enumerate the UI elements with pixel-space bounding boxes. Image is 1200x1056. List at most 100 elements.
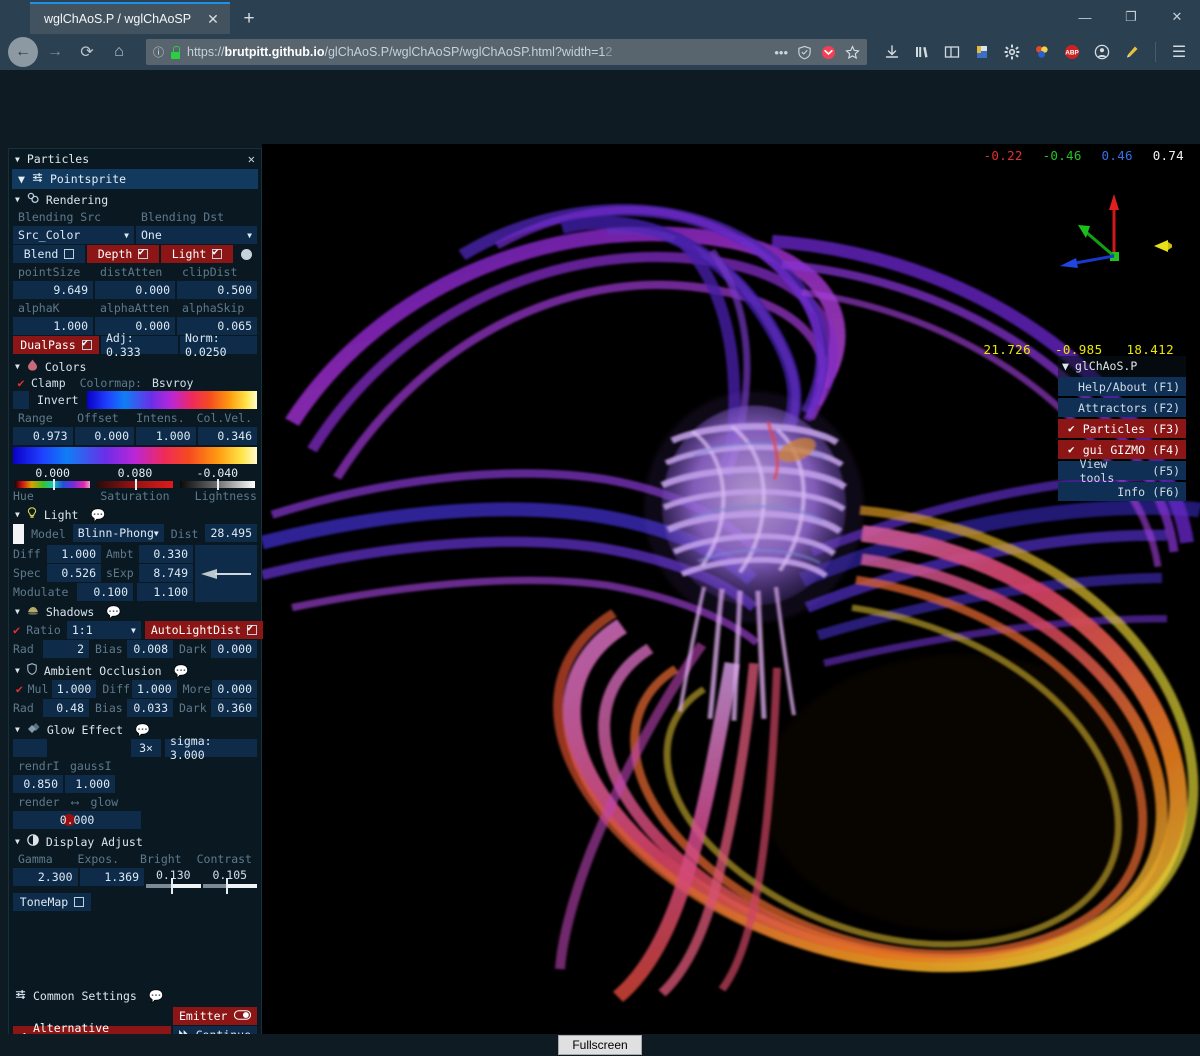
account-icon[interactable]: [1089, 39, 1115, 65]
browser-tab[interactable]: wglChAoS.P / wglChAoSP ✕: [30, 2, 230, 34]
light-dist-input[interactable]: 28.495: [205, 524, 257, 542]
tooltip-icon[interactable]: 💬: [174, 664, 189, 678]
page-actions-icon[interactable]: •••: [774, 45, 788, 60]
gamma-input[interactable]: 2.300: [13, 868, 78, 886]
distatten-input[interactable]: 0.000: [95, 281, 175, 299]
menu-item-view-tools[interactable]: ✔View tools(F5): [1058, 457, 1186, 485]
pocket-icon[interactable]: [821, 45, 836, 60]
reload-button[interactable]: ⟳: [72, 37, 102, 67]
home-button[interactable]: ⌂: [104, 37, 134, 67]
shield-icon[interactable]: [797, 45, 812, 60]
modulate-input-2[interactable]: 1.100: [137, 583, 193, 601]
blend-checkbox[interactable]: [64, 249, 75, 259]
menu-item-particles[interactable]: ✔ Particles (F3): [1058, 419, 1186, 438]
common-settings-header[interactable]: Common Settings 💬: [9, 985, 261, 1007]
hue-slider[interactable]: [15, 479, 91, 490]
maximize-button[interactable]: ❐: [1108, 0, 1154, 34]
new-tab-button[interactable]: +: [234, 4, 264, 34]
display-section-header[interactable]: ▼ Display Adjust: [9, 832, 261, 851]
tonemap-toggle[interactable]: ToneMap: [13, 893, 91, 911]
depth-toggle[interactable]: Depth: [87, 245, 159, 263]
bookmark-star-icon[interactable]: [845, 44, 860, 60]
alphak-input[interactable]: 1.000: [13, 317, 93, 335]
menu-item-info[interactable]: ✔Info(F6): [1058, 482, 1186, 501]
shadow-dark-input[interactable]: 0.000: [211, 640, 257, 658]
back-button[interactable]: ←: [8, 37, 38, 67]
address-bar[interactable]: ⓘ https://brutpitt.github.io/glChAoS.P/w…: [146, 39, 867, 65]
diff-input[interactable]: 1.000: [47, 545, 101, 563]
light-model-select[interactable]: Blinn-Phong ▼: [72, 524, 164, 542]
blending-src-select[interactable]: Src_Color ▼: [13, 226, 134, 244]
shadow-rad-input[interactable]: 2: [43, 640, 89, 658]
intens-input[interactable]: 1.000: [136, 427, 196, 445]
autolightdist-checkbox[interactable]: [246, 621, 257, 635]
colormap-value[interactable]: Bsvroy: [152, 376, 194, 390]
minimize-button[interactable]: —: [1062, 0, 1108, 34]
fullscreen-button[interactable]: Fullscreen: [558, 1035, 642, 1055]
dualpass-checkbox[interactable]: [81, 336, 92, 350]
tooltip-icon[interactable]: 💬: [135, 723, 150, 737]
light-direction-widget[interactable]: [195, 545, 257, 602]
pocket-save-icon[interactable]: [969, 39, 995, 65]
glow-enable-toggle[interactable]: [13, 739, 47, 757]
lightness-slider[interactable]: [179, 479, 255, 490]
ao-dark-input[interactable]: 0.360: [211, 699, 257, 717]
clamp-check-icon[interactable]: ✔: [13, 376, 29, 390]
light-section-header[interactable]: ▼ Light 💬: [9, 505, 261, 524]
gaussi-input[interactable]: 1.000: [65, 775, 115, 793]
shadows-section-header[interactable]: ▼ Shadows 💬: [9, 602, 261, 621]
modulate-input-1[interactable]: 0.100: [77, 583, 133, 601]
blending-dst-select[interactable]: One ▼: [136, 226, 257, 244]
range-input[interactable]: 0.973: [13, 427, 73, 445]
extension-icon[interactable]: [1029, 39, 1055, 65]
light-color-picker[interactable]: [13, 524, 25, 544]
shadow-bias-input[interactable]: 0.008: [127, 640, 173, 658]
light-color-swatch[interactable]: [235, 245, 257, 263]
pointsprite-tab[interactable]: ▼ Pointsprite: [12, 169, 258, 189]
shadow-enable-check-icon[interactable]: ✔: [13, 621, 20, 639]
clipdist-input[interactable]: 0.500: [177, 281, 257, 299]
library-icon[interactable]: [909, 39, 935, 65]
tooltip-icon[interactable]: 💬: [149, 989, 164, 1003]
glow-sigma-input[interactable]: sigma: 3.000: [165, 734, 257, 762]
light-checkbox[interactable]: [212, 245, 223, 259]
colvel-input[interactable]: 0.346: [197, 427, 257, 445]
dualpass-norm-input[interactable]: Norm: 0.0250: [180, 331, 257, 359]
saturation-slider[interactable]: [97, 479, 173, 490]
close-panel-icon[interactable]: ✕: [248, 152, 255, 166]
ambt-input[interactable]: 0.330: [139, 545, 193, 563]
ao-enable-check-icon[interactable]: ✔: [13, 680, 26, 698]
ratio-select[interactable]: 1:1 ▼: [66, 621, 141, 639]
forward-button[interactable]: →: [40, 37, 70, 67]
tooltip-icon[interactable]: 💬: [106, 605, 121, 619]
chevron-down-icon[interactable]: ▼: [15, 155, 20, 164]
contrast-slider[interactable]: 0.105: [202, 868, 257, 894]
toggle-on-icon[interactable]: [233, 1009, 252, 1023]
autolightdist-toggle[interactable]: AutoLightDist: [144, 621, 263, 639]
highlighter-icon[interactable]: [1119, 39, 1145, 65]
rendri-input[interactable]: 0.850: [13, 775, 63, 793]
colors-section-header[interactable]: ▼ Colors: [9, 357, 261, 376]
adblock-icon[interactable]: ABP: [1059, 39, 1085, 65]
menu-item-attractors[interactable]: ✔Attractors(F2): [1058, 398, 1186, 417]
main-menu-header[interactable]: ▼ glChAoS.P: [1058, 356, 1186, 377]
sidebar-icon[interactable]: [939, 39, 965, 65]
light-toggle[interactable]: Light: [161, 245, 233, 263]
page-info-icon[interactable]: ⓘ: [153, 44, 164, 60]
blend-toggle[interactable]: Blend: [13, 245, 85, 263]
tab-close-icon[interactable]: ✕: [204, 10, 222, 28]
webgl-canvas[interactable]: -0.22 -0.46 0.46 0.74 21.726 -0.985 18.4…: [262, 144, 1200, 1034]
colormap-gradient-bar[interactable]: [13, 447, 257, 464]
dualpass-toggle[interactable]: DualPass: [13, 336, 99, 354]
gear-icon[interactable]: [999, 39, 1025, 65]
ao-mul-input[interactable]: 1.000: [51, 680, 97, 698]
sexp-input[interactable]: 8.749: [139, 564, 193, 582]
spec-input[interactable]: 0.526: [47, 564, 101, 582]
dualpass-adj-input[interactable]: Adj: 0.333: [101, 331, 178, 359]
glow-mix-slider[interactable]: 0.000: [13, 811, 141, 829]
tooltip-icon[interactable]: 💬: [90, 508, 105, 522]
expos-input[interactable]: 1.369: [79, 868, 144, 886]
ao-diff-input[interactable]: 1.000: [132, 680, 177, 698]
axes-gizmo[interactable]: [1052, 184, 1174, 274]
bright-slider[interactable]: 0.130: [146, 868, 201, 894]
